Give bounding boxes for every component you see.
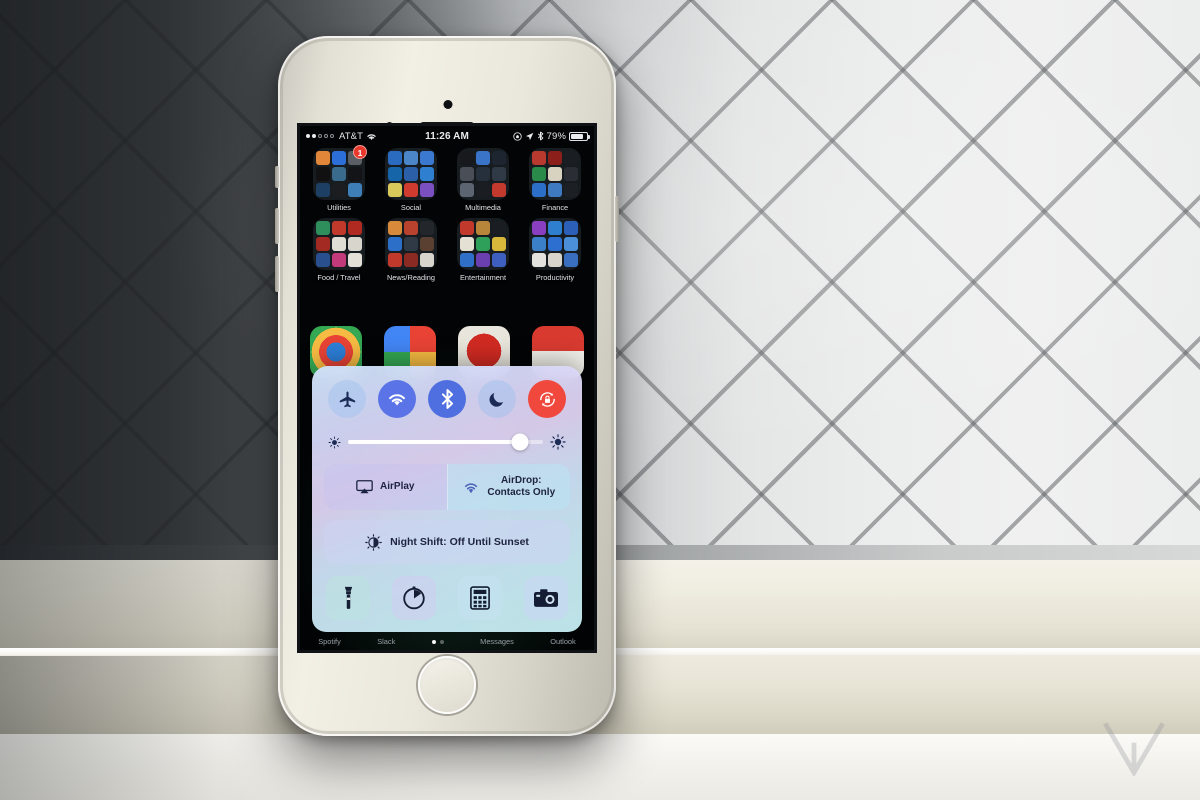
folder-label: News/Reading [386, 273, 436, 282]
calculator-icon [470, 586, 490, 610]
bluetooth-toggle[interactable] [428, 380, 466, 418]
flashlight-shortcut[interactable] [326, 576, 370, 620]
folder-label: Social [400, 203, 422, 212]
wifi-toggle[interactable] [378, 380, 416, 418]
folder-label: Food / Travel [317, 273, 361, 282]
folder-thumbnail [529, 148, 581, 200]
folder-label: Multimedia [465, 203, 501, 212]
dock-label-slack: Slack [377, 637, 396, 646]
folder-multimedia[interactable]: Multimedia [454, 148, 512, 212]
folder-thumbnail [529, 218, 581, 270]
battery-icon [569, 131, 590, 141]
home-screen-grid: 1 Utilities Social Multimedia Finance Fo… [300, 145, 594, 288]
volume-down-button[interactable] [275, 256, 279, 292]
dock-label-spotify: Spotify [318, 637, 341, 646]
folder-thumbnail [385, 148, 437, 200]
folder-entertainment[interactable]: Entertainment [454, 218, 512, 282]
control-center-toggle-row [324, 380, 570, 418]
dock-labels: Spotify Slack Messages Outlook [300, 637, 594, 646]
calculator-shortcut[interactable] [458, 576, 502, 620]
wifi-icon [389, 394, 405, 406]
home-button-touch-id[interactable] [418, 656, 476, 714]
folder-finance[interactable]: Finance [526, 148, 584, 212]
airplay-button[interactable]: AirPlay [324, 464, 447, 510]
airplay-airdrop-row: AirPlay AirDrop: Contacts Only [324, 464, 570, 510]
airdrop-label-line2: Contacts Only [487, 487, 556, 498]
brightness-slider[interactable] [348, 433, 543, 451]
airplane-mode-toggle[interactable] [328, 380, 366, 418]
status-bar-time: 11:26 AM [425, 130, 469, 142]
folder-label: Productivity [535, 273, 575, 282]
folder-thumbnail [457, 148, 509, 200]
dock-label-messages: Messages [480, 637, 514, 646]
control-center-shortcut-row [324, 576, 570, 620]
airdrop-label-line1: AirDrop: [500, 475, 542, 486]
airplay-icon [356, 480, 373, 494]
folder-label: Finance [541, 203, 569, 212]
camera-icon [534, 589, 558, 607]
night-shift-icon [365, 533, 382, 551]
flashlight-icon [344, 586, 352, 609]
folder-social[interactable]: Social [382, 148, 440, 212]
brightness-slider-row [328, 433, 566, 451]
moon-icon [489, 392, 504, 407]
folder-thumbnail [385, 218, 437, 270]
folder-badge: 1 [353, 145, 367, 159]
folder-label: Entertainment [459, 273, 506, 282]
airdrop-button[interactable]: AirDrop: Contacts Only [446, 464, 570, 510]
brightness-slider-knob[interactable] [511, 433, 529, 451]
timer-icon [403, 586, 425, 610]
folder-food-travel[interactable]: Food / Travel [310, 218, 368, 282]
sun-small-icon [328, 436, 341, 448]
night-shift-label: Night Shift: Off Until Sunset [390, 536, 529, 548]
camera-shortcut[interactable] [524, 576, 568, 620]
airdrop-icon [465, 483, 478, 494]
mute-switch[interactable] [275, 166, 279, 188]
night-shift-button[interactable]: Night Shift: Off Until Sunset [324, 520, 570, 564]
folder-utilities[interactable]: 1 Utilities [310, 145, 368, 212]
folder-productivity[interactable]: Productivity [526, 218, 584, 282]
folder-label: Utilities [327, 203, 351, 212]
rotation-lock-toggle[interactable] [528, 380, 566, 418]
airplane-icon [339, 391, 355, 407]
folder-news-reading[interactable]: News/Reading [382, 218, 440, 282]
airplay-label: AirPlay [380, 481, 415, 492]
rotation-lock-icon [539, 391, 555, 407]
timer-shortcut[interactable] [392, 576, 436, 620]
dock-label-outlook: Outlook [550, 637, 576, 646]
volume-up-button[interactable] [275, 208, 279, 244]
control-center-panel: AirPlay AirDrop: Contacts Only Night Shi… [312, 366, 582, 632]
verge-watermark-logo [1103, 722, 1165, 776]
page-indicator-dots [431, 639, 444, 644]
front-camera [443, 100, 453, 109]
iphone-device: AT&T 11:26 AM 79% 1 Utilities Social Mul… [275, 36, 619, 736]
status-bar: AT&T 11:26 AM 79% [300, 126, 594, 146]
folder-row-2: Food / Travel News/Reading Entertainment… [310, 218, 584, 282]
power-button[interactable] [615, 196, 619, 242]
folder-row-1: 1 Utilities Social Multimedia Finance [310, 145, 584, 212]
folder-thumbnail [313, 218, 365, 270]
bluetooth-icon [441, 389, 453, 409]
do-not-disturb-toggle[interactable] [478, 380, 516, 418]
sun-large-icon [550, 434, 566, 450]
phone-screen: AT&T 11:26 AM 79% 1 Utilities Social Mul… [300, 126, 594, 650]
photo-scene: AT&T 11:26 AM 79% 1 Utilities Social Mul… [0, 0, 1200, 800]
folder-thumbnail [457, 218, 509, 270]
